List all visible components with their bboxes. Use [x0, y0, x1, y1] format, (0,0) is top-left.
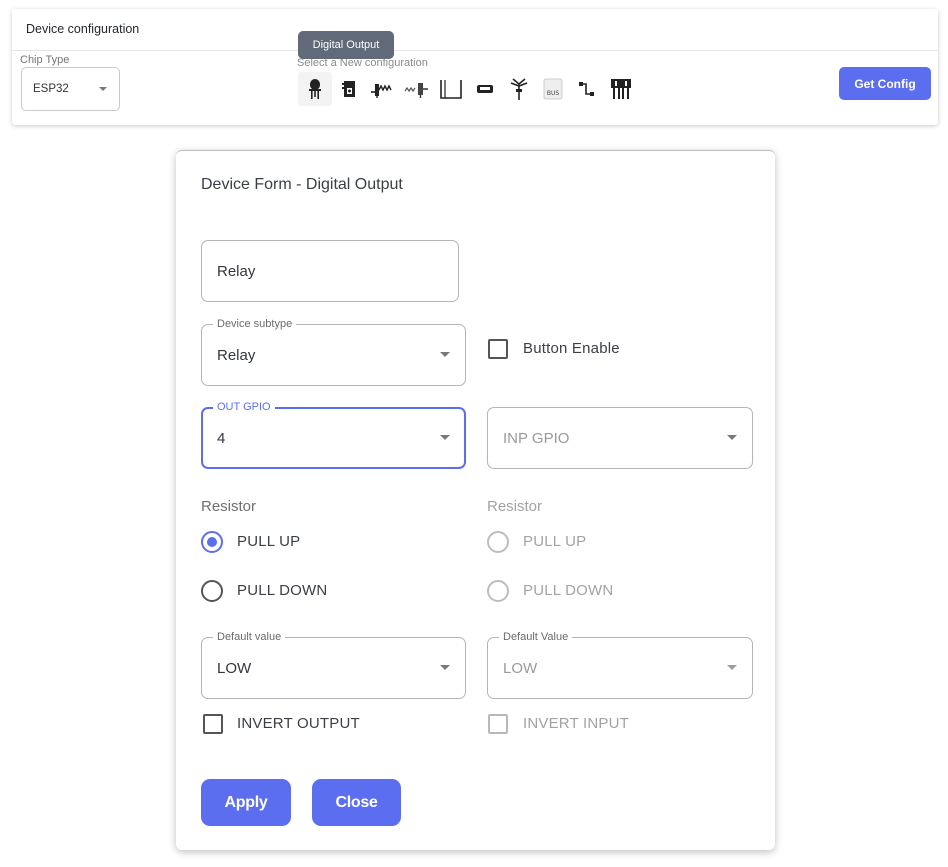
inp-gpio-placeholder: INP GPIO	[503, 430, 570, 447]
chevron-down-icon	[440, 435, 450, 440]
circuit-icon[interactable]	[570, 72, 604, 106]
multi-pin-icon[interactable]	[604, 72, 638, 106]
panel-title: Device configuration	[26, 22, 140, 36]
resistor-label-output: Resistor	[201, 498, 257, 515]
pulse-wave-icon[interactable]	[434, 72, 468, 106]
invert-input-checkbox[interactable]	[488, 714, 508, 734]
button-enable-label: Button Enable	[523, 340, 620, 357]
button-enable-checkbox[interactable]	[488, 339, 508, 359]
chevron-down-icon	[727, 435, 737, 440]
divider	[12, 50, 938, 51]
pull-up-label: PULL UP	[237, 533, 301, 550]
chevron-down-icon	[440, 352, 450, 357]
tooltip: Digital Output	[298, 31, 394, 59]
device-name-value: Relay	[217, 263, 256, 280]
antenna-icon[interactable]	[502, 72, 536, 106]
radio-pull-down-input[interactable]	[487, 580, 509, 602]
invert-output-checkbox[interactable]	[203, 714, 223, 734]
device-form: Device Form - Digital Output Relay Devic…	[176, 150, 775, 850]
apply-button[interactable]: Apply	[201, 779, 291, 826]
device-configuration-panel: Device configuration Chip Type ESP32 Sel…	[12, 9, 938, 125]
chevron-down-icon	[727, 665, 737, 670]
radio-pull-up-input[interactable]	[487, 531, 509, 553]
led-icon[interactable]	[298, 72, 332, 106]
device-subtype-value: Relay	[217, 347, 256, 364]
pull-down-label: PULL DOWN	[237, 582, 328, 599]
form-title: Device Form - Digital Output	[201, 176, 403, 193]
default-value-input-value: LOW	[503, 660, 538, 677]
resistor-label-input: Resistor	[487, 498, 543, 515]
chip-type-label: Chip Type	[20, 54, 70, 66]
default-value-select[interactable]: Default value LOW	[201, 630, 466, 699]
device-name-input[interactable]: Relay	[201, 240, 459, 302]
pull-down-label: PULL DOWN	[523, 582, 614, 599]
display-icon[interactable]	[468, 72, 502, 106]
get-config-button[interactable]: Get Config	[839, 67, 931, 100]
invert-input-label: INVERT INPUT	[523, 715, 630, 732]
chip-type-select[interactable]: ESP32	[21, 67, 120, 111]
svg-text:BUS: BUS	[547, 90, 560, 97]
device-subtype-select[interactable]: Device subtype Relay	[201, 317, 466, 386]
out-gpio-select[interactable]: OUT GPIO 4	[201, 400, 466, 469]
close-button[interactable]: Close	[312, 779, 401, 826]
out-gpio-value: 4	[217, 430, 226, 447]
sensor-module-icon[interactable]	[332, 72, 366, 106]
out-gpio-legend: OUT GPIO	[213, 400, 275, 414]
device-subtype-legend: Device subtype	[213, 317, 297, 331]
default-value-input-legend: Default Value	[499, 630, 573, 644]
chevron-down-icon	[99, 87, 107, 91]
potentiometer-icon[interactable]	[400, 72, 434, 106]
pull-up-label: PULL UP	[523, 533, 587, 550]
resistor-icon[interactable]	[366, 72, 400, 106]
default-value-legend: Default value	[213, 630, 286, 644]
bus-module-icon[interactable]: BUS	[536, 72, 570, 106]
radio-pull-down-output[interactable]	[201, 580, 223, 602]
invert-output-label: INVERT OUTPUT	[237, 715, 360, 732]
chevron-down-icon	[440, 665, 450, 670]
chip-type-value: ESP32	[33, 83, 69, 95]
inp-gpio-select[interactable]: INP GPIO	[487, 407, 753, 469]
default-value-value: LOW	[217, 660, 252, 677]
default-value-input-select[interactable]: Default Value LOW	[487, 630, 753, 699]
radio-pull-up-output[interactable]	[201, 531, 223, 553]
